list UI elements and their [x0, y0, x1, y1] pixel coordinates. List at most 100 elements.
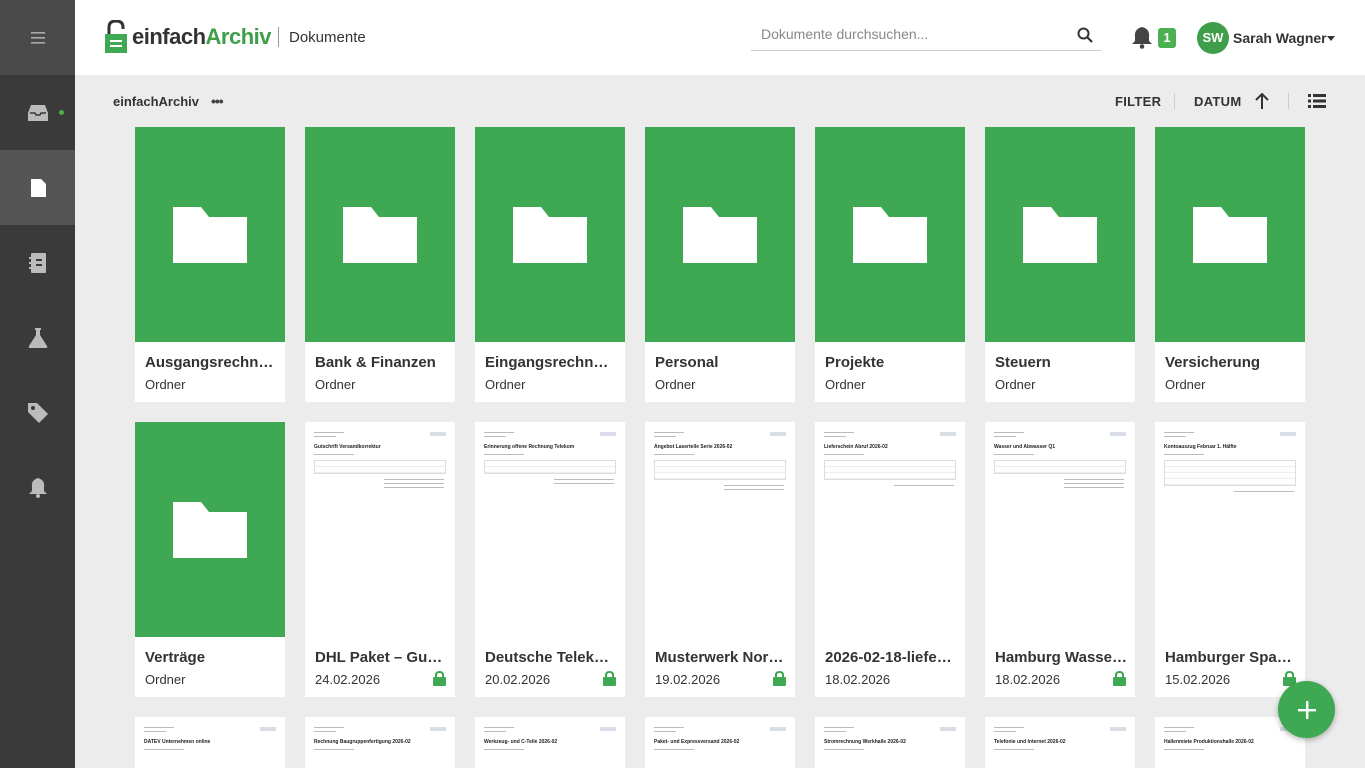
more-options-button[interactable]: ••• — [211, 93, 224, 109]
folder-card[interactable]: Personal Ordner — [645, 127, 795, 402]
sidebar-item-tags[interactable] — [0, 375, 75, 450]
card-subtitle: Ordner — [995, 377, 1036, 392]
card-title: Personal — [655, 354, 719, 371]
document-card[interactable]: Gutschrift Versandkorrektur DHL Paket – … — [305, 422, 455, 697]
user-menu-caret-icon[interactable] — [1327, 36, 1335, 41]
filter-button[interactable]: FILTER — [1115, 94, 1161, 109]
search-bar — [751, 22, 1101, 51]
search-input[interactable] — [761, 26, 1061, 42]
flask-icon — [28, 327, 48, 348]
document-card[interactable]: Werkzeug- und C-Teile 2026-02 — [475, 717, 625, 768]
document-preview: Angebot Laserteile Serie 2026-02 — [645, 422, 795, 637]
document-card[interactable]: Wasser und Abwasser Q1 Hamburg Wasser Ab… — [985, 422, 1135, 697]
card-title: Musterwerk Nord Angebot — [655, 649, 787, 666]
list-view-icon[interactable] — [1308, 94, 1326, 108]
inbox-icon — [27, 104, 49, 122]
document-card[interactable]: Erinnerung offene Rechnung Telekom Deuts… — [475, 422, 625, 697]
folder-card[interactable]: Versicherung Ordner — [1155, 127, 1305, 402]
preview-title: Wasser und Abwasser Q1 — [994, 444, 1056, 450]
card-subtitle: Ordner — [145, 672, 186, 687]
folder-thumbnail — [135, 422, 285, 637]
document-card[interactable]: Angebot Laserteile Serie 2026-02 Musterw… — [645, 422, 795, 697]
preview-title: Kontoauszug Februar 1. Hälfte — [1164, 444, 1237, 450]
folder-icon — [343, 206, 417, 263]
folder-icon — [683, 206, 757, 263]
folder-thumbnail — [135, 127, 285, 342]
sidebar-item-lab[interactable] — [0, 300, 75, 375]
folder-icon — [853, 206, 927, 263]
top-header: einfachArchiv Dokumente 1 SW Sarah Wagne… — [75, 0, 1365, 75]
preview-title: Stromrechnung Werkhalle 2026-02 — [824, 739, 906, 745]
sort-ascending-icon[interactable] — [1255, 92, 1269, 110]
document-preview: Wasser und Abwasser Q1 — [985, 422, 1135, 637]
document-preview: Gutschrift Versandkorrektur — [305, 422, 455, 637]
sort-by-date-button[interactable]: DATUM — [1194, 94, 1241, 109]
lock-icon — [603, 671, 616, 686]
folder-icon — [1023, 206, 1097, 263]
document-preview: Lieferschein Abruf 2026-02 — [815, 422, 965, 637]
card-subtitle: Ordner — [825, 377, 866, 392]
document-card[interactable]: Lieferschein Abruf 2026-02 2026-02-18-li… — [815, 422, 965, 697]
sidebar-item-notifications[interactable] — [0, 450, 75, 525]
app-logo[interactable]: einfachArchiv — [104, 20, 272, 54]
tag-icon — [27, 402, 48, 423]
document-card[interactable]: Paket- und Expressversand 2026-02 — [645, 717, 795, 768]
folder-thumbnail — [1155, 127, 1305, 342]
card-subtitle: Ordner — [315, 377, 356, 392]
page-title: Dokumente — [289, 29, 366, 46]
add-document-button[interactable] — [1278, 681, 1335, 738]
sidebar-item-inbox[interactable] — [0, 75, 75, 150]
sidebar-item-documents[interactable] — [0, 150, 75, 225]
logo-text-part2: Archiv — [205, 24, 272, 49]
breadcrumb[interactable]: einfachArchiv — [113, 94, 199, 109]
folder-icon — [1193, 206, 1267, 263]
document-card[interactable]: Kontoauszug Februar 1. Hälfte Hamburger … — [1155, 422, 1305, 697]
document-card[interactable]: DATEV Unternehmen online — [135, 717, 285, 768]
card-date: 18.02.2026 — [995, 672, 1061, 687]
preview-title: Werkzeug- und C-Teile 2026-02 — [484, 739, 558, 745]
preview-title: Erinnerung offene Rechnung Telekom — [484, 444, 575, 450]
toolbar-divider — [1174, 93, 1175, 109]
folder-card[interactable]: Steuern Ordner — [985, 127, 1135, 402]
preview-title: DATEV Unternehmen online — [144, 739, 211, 745]
sidebar-item-contacts[interactable] — [0, 225, 75, 300]
preview-title: Hallenmiete Produktionshalle 2026-02 — [1164, 739, 1254, 745]
folder-icon — [173, 206, 247, 263]
card-title: Eingangsrechnungen — [485, 354, 617, 371]
notification-badge[interactable]: 1 — [1158, 28, 1176, 48]
card-subtitle: Ordner — [485, 377, 526, 392]
folder-thumbnail — [985, 127, 1135, 342]
lock-icon — [773, 671, 786, 686]
folder-card[interactable]: Eingangsrechnungen Ordner — [475, 127, 625, 402]
card-subtitle: Ordner — [145, 377, 186, 392]
card-date: 20.02.2026 — [485, 672, 551, 687]
document-preview: Erinnerung offene Rechnung Telekom — [475, 422, 625, 637]
user-name[interactable]: Sarah Wagner — [1233, 30, 1327, 46]
preview-title: Lieferschein Abruf 2026-02 — [824, 444, 888, 450]
document-grid: Ausgangsrechnungen Ordner Bank & Finanzen… — [135, 127, 1305, 697]
lock-icon — [1113, 671, 1126, 686]
avatar[interactable]: SW — [1197, 22, 1229, 54]
menu-button[interactable] — [0, 0, 75, 75]
folder-card[interactable]: Verträge Ordner — [135, 422, 285, 697]
card-title: Hamburger Sparkasse Kontoauszug — [1165, 649, 1297, 666]
hamburger-icon — [30, 31, 45, 44]
card-title: Bank & Finanzen — [315, 354, 436, 371]
notification-bell-icon[interactable] — [1132, 27, 1152, 49]
folder-card[interactable]: Bank & Finanzen Ordner — [305, 127, 455, 402]
search-icon[interactable] — [1077, 27, 1093, 43]
card-title: Steuern — [995, 354, 1051, 371]
card-title: Projekte — [825, 354, 885, 371]
folder-card[interactable]: Projekte Ordner — [815, 127, 965, 402]
card-title: 2026-02-18-lieferschein — [825, 649, 957, 666]
folder-icon — [513, 206, 587, 263]
document-preview: Kontoauszug Februar 1. Hälfte — [1155, 422, 1305, 637]
document-icon — [30, 178, 46, 197]
plus-icon — [1297, 700, 1316, 719]
document-card[interactable]: Stromrechnung Werkhalle 2026-02 — [815, 717, 965, 768]
document-card[interactable]: Telefonie und Internet 2026-02 — [985, 717, 1135, 768]
folder-card[interactable]: Ausgangsrechnungen Ordner — [135, 127, 285, 402]
card-title: Deutsche Telekom Erinnerung — [485, 649, 617, 666]
document-card[interactable]: Rechnung Baugruppenfertigung 2026-02 — [305, 717, 455, 768]
folder-icon — [173, 501, 247, 558]
